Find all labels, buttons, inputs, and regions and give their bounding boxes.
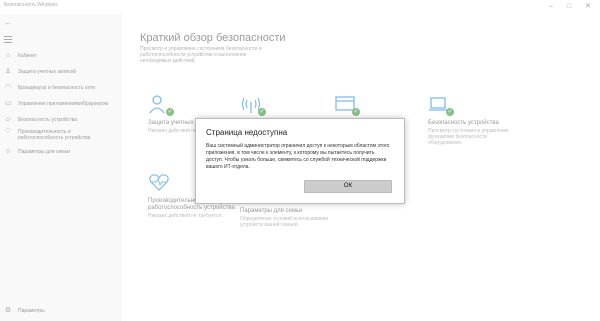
restricted-page-dialog: Страница недоступна Ваш системный админи… xyxy=(195,118,405,204)
dialog-message: Ваш системный администратор ограничил до… xyxy=(206,143,390,170)
dialog-title: Страница недоступна xyxy=(206,128,288,137)
app-window: Безопасность Windows – □ ✕ ← ⌂ Кабинет ♙… xyxy=(0,0,600,321)
ok-button[interactable]: ОК xyxy=(304,180,392,193)
